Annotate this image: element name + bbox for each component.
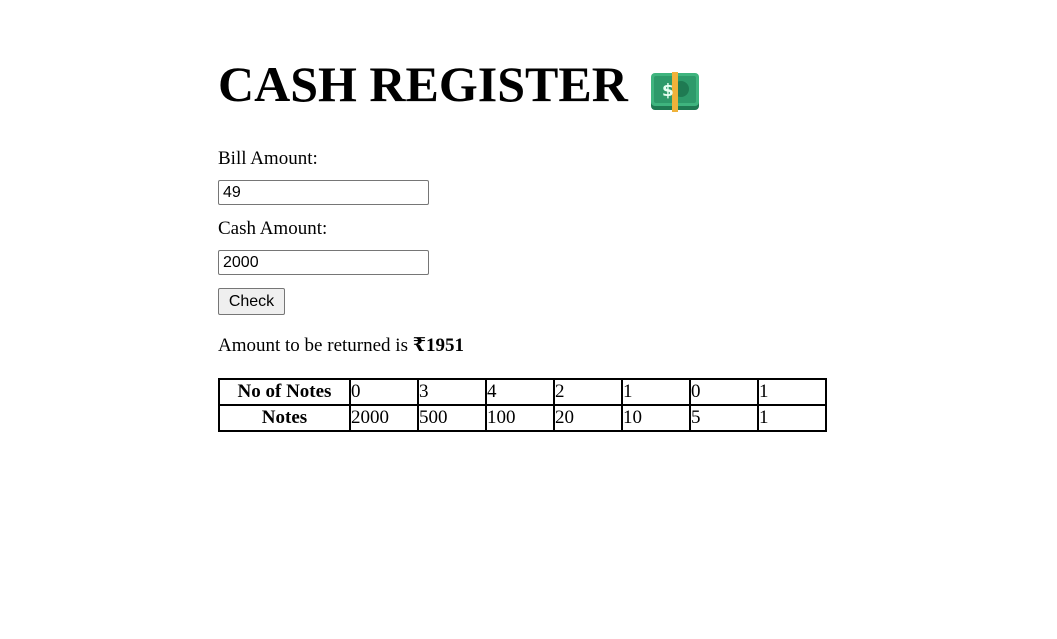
denomination-cell: 500: [417, 404, 487, 432]
return-amount-message: Amount to be returned is ₹1951: [218, 335, 464, 357]
bill-amount-input[interactable]: [218, 180, 429, 205]
note-count-cell: 1: [757, 378, 827, 406]
notes-table: No of Notes 0 3 4 2 1 0 1 Notes 2000 500…: [218, 378, 827, 432]
page-title-text: CASH REGISTER: [218, 56, 628, 112]
note-count-cell: 0: [349, 378, 419, 406]
note-count-cell: 4: [485, 378, 555, 406]
banknote-icon: $: [650, 66, 700, 112]
denomination-cell: 10: [621, 404, 691, 432]
page-title: CASH REGISTER $: [218, 55, 700, 113]
check-button[interactable]: Check: [218, 288, 285, 315]
cash-amount-input[interactable]: [218, 250, 429, 275]
denomination-cell: 1: [757, 404, 827, 432]
denomination-cell: 100: [485, 404, 555, 432]
note-count-cell: 0: [689, 378, 759, 406]
note-count-cell: 2: [553, 378, 623, 406]
denomination-cell: 5: [689, 404, 759, 432]
row-header-notes: Notes: [218, 404, 351, 432]
note-count-cell: 3: [417, 378, 487, 406]
row-header-no-of-notes: No of Notes: [218, 378, 351, 406]
denomination-cell: 2000: [349, 404, 419, 432]
table-row: No of Notes 0 3 4 2 1 0 1: [218, 378, 827, 406]
cash-amount-label: Cash Amount:: [218, 218, 328, 239]
denomination-cell: 20: [553, 404, 623, 432]
return-amount-value: ₹1951: [412, 335, 464, 356]
return-amount-prefix: Amount to be returned is: [218, 335, 413, 356]
svg-text:$: $: [662, 81, 674, 101]
bill-amount-label: Bill Amount:: [218, 148, 318, 169]
note-count-cell: 1: [621, 378, 691, 406]
table-row: Notes 2000 500 100 20 10 5 1: [218, 404, 827, 432]
